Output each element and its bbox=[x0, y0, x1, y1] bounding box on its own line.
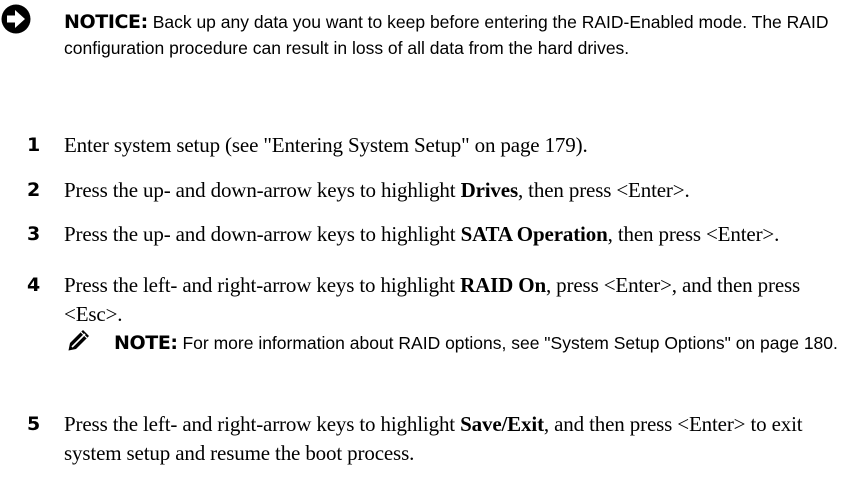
step-text: Enter system setup (see "Entering System… bbox=[64, 133, 588, 157]
ui-term: Drives bbox=[460, 178, 519, 202]
step-text: Press the left- and right-arrow keys to … bbox=[64, 412, 803, 465]
notice-title: NOTICE: bbox=[64, 11, 148, 33]
step-number: 4 bbox=[27, 274, 41, 296]
ui-term: SATA Operation bbox=[460, 222, 608, 246]
step-text: Press the up- and down-arrow keys to hig… bbox=[64, 222, 780, 246]
notice-body: Back up any data you want to keep before… bbox=[64, 12, 829, 58]
note-pencil-icon bbox=[68, 330, 89, 351]
step-number: 1 bbox=[27, 134, 41, 156]
step-text: Press the up- and down-arrow keys to hig… bbox=[64, 178, 690, 202]
step-text: Press the left- and right-arrow keys to … bbox=[64, 273, 801, 326]
note-text: NOTE: For more information about RAID op… bbox=[114, 330, 844, 357]
notice-block: NOTICE: Back up any data you want to kee… bbox=[0, 0, 855, 118]
notice-text: NOTICE: Back up any data you want to kee… bbox=[64, 9, 834, 61]
note-body: For more information about RAID options,… bbox=[182, 333, 838, 353]
step-number: 2 bbox=[27, 179, 41, 201]
step-number: 3 bbox=[27, 223, 41, 245]
notice-arrow-icon bbox=[1, 4, 31, 34]
note-block: NOTE: For more information about RAID op… bbox=[0, 327, 855, 385]
ui-term: Save/Exit bbox=[460, 412, 544, 436]
note-title: NOTE: bbox=[114, 332, 178, 354]
step-number: 5 bbox=[27, 413, 41, 435]
ui-term: RAID On bbox=[460, 273, 546, 297]
